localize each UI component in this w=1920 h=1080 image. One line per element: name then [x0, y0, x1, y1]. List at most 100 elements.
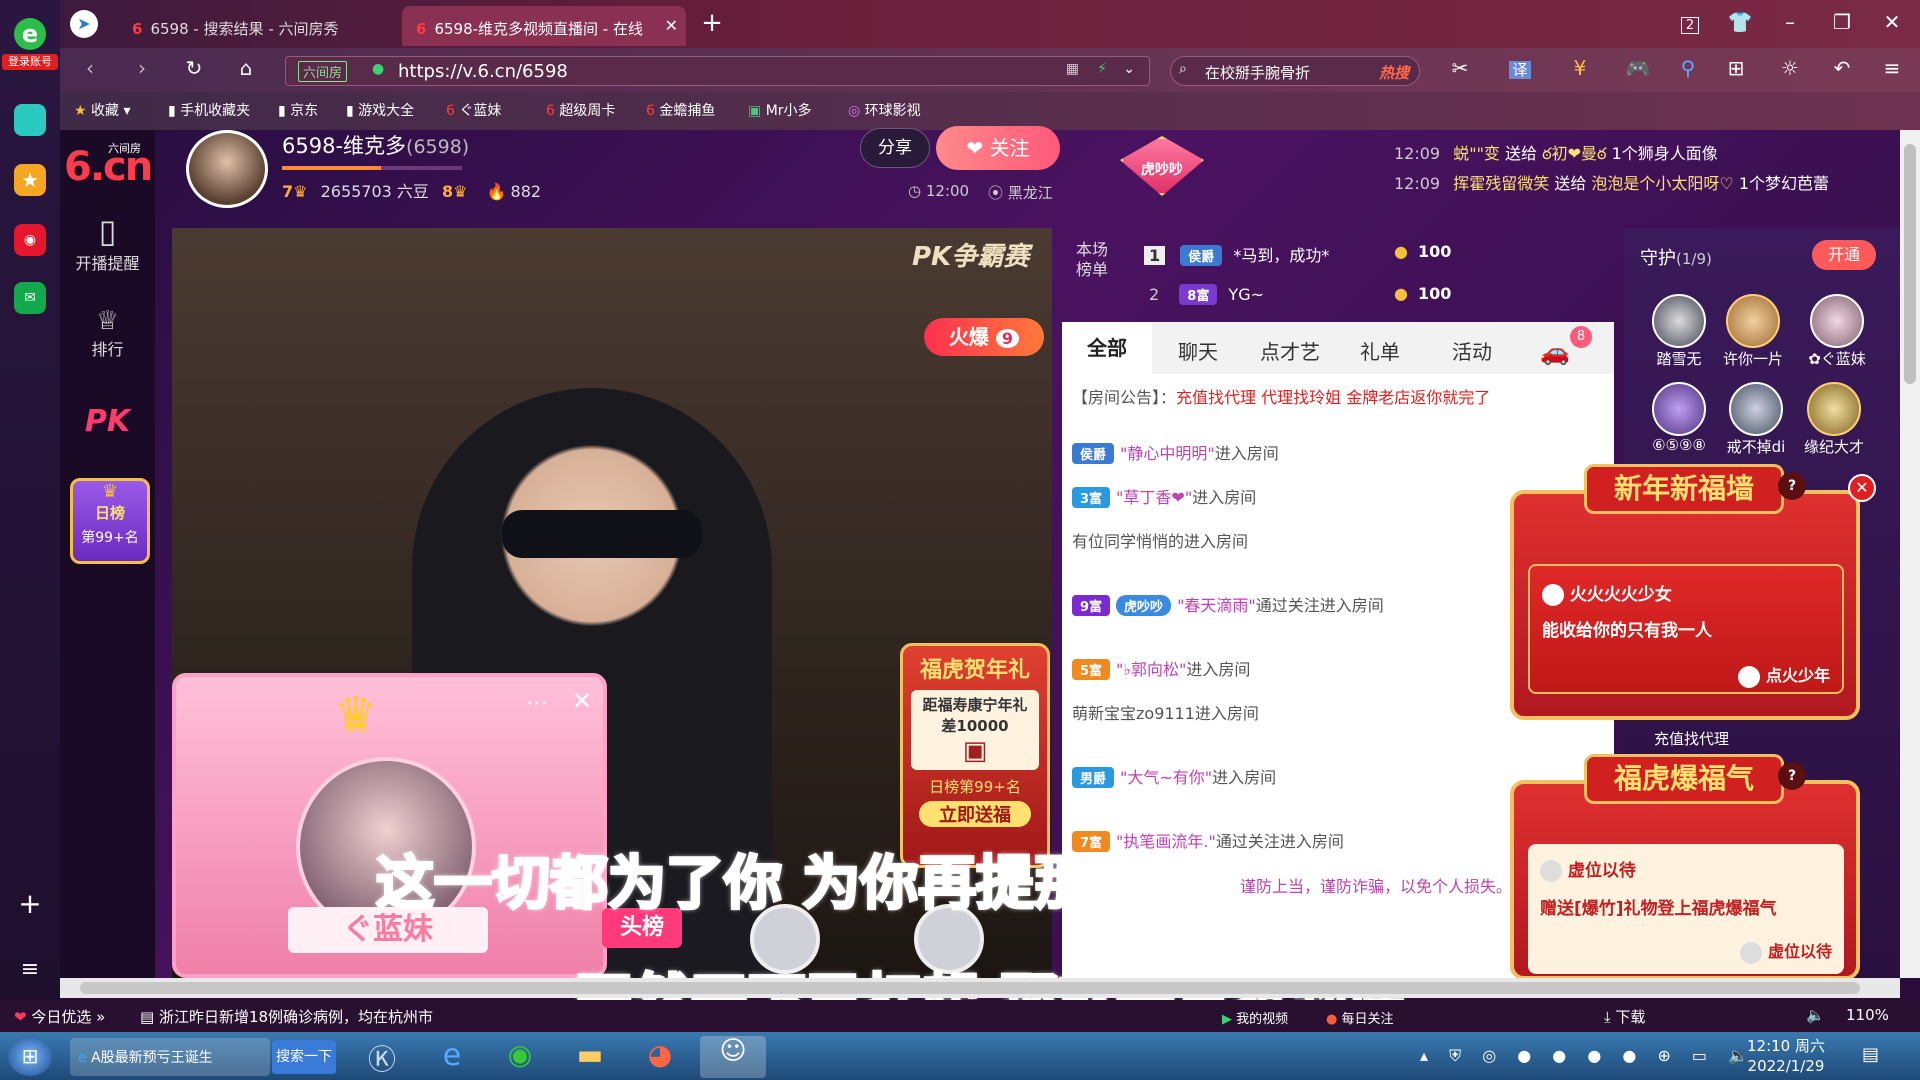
url-field[interactable]: 六间房 ● https://v.6.cn/6598 ▦ ⚡ ⌄ — [285, 56, 1150, 86]
add-icon[interactable]: + — [14, 888, 46, 920]
news-ticker[interactable]: ▤ 浙江昨日新增18例确诊病例，均在杭州市 — [140, 1006, 433, 1027]
coin-icon[interactable]: ¥ — [1560, 56, 1600, 80]
horizontal-scrollbar[interactable] — [60, 978, 1900, 998]
scissors-icon[interactable]: ✂ — [1440, 56, 1480, 80]
search-once-button[interactable]: 搜索一下 — [272, 1040, 336, 1074]
sidebar-live-reminder[interactable]: ▯ 开播提醒 — [60, 212, 155, 274]
minimize-button[interactable]: – — [1770, 10, 1810, 34]
game-app-icon[interactable]: ☺ — [700, 1036, 766, 1078]
url-text[interactable]: https://v.6.cn/6598 — [398, 61, 568, 82]
vertical-scrollbar[interactable] — [1900, 130, 1920, 978]
help-icon[interactable]: ? — [1778, 472, 1806, 500]
browser-logo-icon[interactable]: e — [14, 18, 46, 50]
weibo-icon[interactable]: ◉ — [14, 224, 46, 256]
start-button[interactable]: ⊞ — [8, 1036, 52, 1076]
home-button[interactable]: ⌂ — [226, 56, 266, 80]
help-icon[interactable]: ? — [1778, 762, 1806, 790]
new-year-wall-popup[interactable]: 新年新福墙 ? 火火火火少女 能收给你的只有我一人 点火少年 — [1510, 464, 1860, 720]
bookmark-mrxiaoduo[interactable]: ▣ Mr小多 — [748, 100, 812, 120]
sidebar-pk[interactable]: PK — [60, 404, 155, 439]
chat-message[interactable]: 3富 "草丁香❤"进入房间 — [1072, 484, 1256, 508]
back-button[interactable]: ‹ — [70, 56, 110, 80]
guest-card[interactable]: ⋯ ✕ ♛ ぐ蓝妹 — [172, 673, 607, 978]
main-menu-icon[interactable]: ≡ — [1872, 56, 1912, 80]
chat-message[interactable]: 侯爵 "静心中明明"进入房间 — [1072, 440, 1279, 464]
forward-button[interactable]: › — [122, 56, 162, 80]
k-app-icon[interactable]: Ⓚ — [356, 1038, 408, 1076]
rank-board-label[interactable]: 本场榜单 — [1076, 240, 1120, 280]
bookmark-games[interactable]: ▮ 游戏大全 — [346, 100, 414, 120]
today-picks[interactable]: ❤ 今日优选 » — [14, 1006, 105, 1027]
tab-talent[interactable]: 点才艺 — [1260, 336, 1320, 365]
skin-icon[interactable]: 👕 — [1720, 10, 1760, 34]
tab-search-results[interactable]: 6 6598 - 搜索结果 - 六间房秀 — [118, 6, 400, 46]
guard-member[interactable]: 缘纪大才 — [1796, 382, 1872, 457]
folder-app-icon[interactable]: ▬ — [564, 1038, 616, 1076]
close-window-button[interactable]: ✕ — [1872, 10, 1912, 34]
close-popup-icon[interactable]: ✕ — [1848, 474, 1876, 502]
guard-member[interactable]: ✿ぐ蓝妹 — [1796, 294, 1878, 369]
bookmark-lanmei[interactable]: 6 ぐ蓝妹 — [446, 100, 501, 120]
login-button[interactable]: 登录账号 — [2, 54, 58, 70]
ie-app-icon[interactable]: e — [426, 1038, 478, 1076]
guard-member[interactable]: 许你一片 — [1718, 294, 1788, 369]
qr-icon[interactable]: ▦ — [1066, 61, 1079, 77]
plugin-icon[interactable] — [14, 104, 46, 136]
clock[interactable]: 12:10 周六 2022/1/29 — [1736, 1036, 1836, 1076]
daily-follow-link[interactable]: ● 每日关注 — [1326, 1008, 1394, 1027]
hot-badge[interactable]: 火爆 9 — [924, 318, 1044, 356]
bookmark-favorites[interactable]: ★ 收藏 ▾ — [74, 100, 131, 120]
notification-icon[interactable]: ▤ — [1862, 1044, 1879, 1065]
my-video-link[interactable]: ▶ 我的视频 — [1222, 1008, 1288, 1027]
send-blessing-button[interactable]: 立即送福 — [919, 801, 1031, 827]
bookmark-movies[interactable]: ◎ 环球影视 — [848, 100, 921, 120]
tab-activity[interactable]: 活动 — [1452, 336, 1492, 365]
undo-icon[interactable]: ↶ — [1822, 56, 1862, 80]
bookmark-mobile[interactable]: ▮ 手机收藏夹 — [168, 100, 250, 120]
tab-gift-list[interactable]: 礼单 — [1360, 336, 1400, 365]
anchor-avatar[interactable] — [186, 130, 268, 208]
grid-icon[interactable]: ⊞ — [1716, 56, 1756, 80]
browser-app-icon[interactable]: ◉ — [494, 1038, 546, 1076]
tiger-blessing-popup[interactable]: 福虎爆福气 ? 虚位以待 赠送[爆竹]礼物登上福虎爆福气 虚位以待 — [1510, 754, 1860, 980]
tab-live-room[interactable]: 6 6598-维克多视频直播间 - 在线 ✕ — [402, 6, 686, 46]
magnifier-icon[interactable]: ⚲ — [1668, 56, 1708, 80]
chevron-down-icon[interactable]: ⌄ — [1123, 61, 1135, 77]
rank-row[interactable]: 2 8富 YG~ ● 100 — [1144, 284, 1451, 305]
search-input[interactable]: 在校掰手腕骨折 — [1205, 62, 1310, 83]
new-tab-button[interactable]: + — [692, 8, 732, 38]
favorite-star-icon[interactable]: ★ — [14, 164, 46, 196]
close-icon[interactable]: ✕ — [572, 687, 592, 715]
translate-button[interactable]: 译 — [1500, 56, 1540, 80]
restore-button[interactable]: ❐ — [1822, 10, 1862, 34]
home-circle-icon[interactable]: ➤ — [70, 10, 98, 38]
chat-message[interactable]: 男爵 "大气~有你"进入房间 — [1072, 764, 1276, 788]
guard-member[interactable]: 踏雪无 — [1644, 294, 1714, 369]
site-logo[interactable]: 六间房 6.cn — [62, 136, 154, 190]
rank-row[interactable]: 1 侯爵 *马到，成功* ● 100 — [1144, 242, 1451, 266]
volume-icon[interactable]: 🔈 — [1806, 1006, 1825, 1024]
tab-all[interactable]: 全部 — [1062, 322, 1152, 374]
tray-icons[interactable]: ▴ ⛨ ◎ ● ● ● ● ⊕ ▭ 🔈 — [1420, 1046, 1756, 1066]
close-tab-icon[interactable]: ✕ — [665, 16, 678, 35]
search-box[interactable]: ⌕ 在校掰手腕骨折 热搜 — [1170, 56, 1420, 86]
bookmark-weekcard[interactable]: 6 超级周卡 — [546, 100, 615, 120]
tab-chat[interactable]: 聊天 — [1178, 336, 1218, 365]
more-icon[interactable]: ⋯ — [526, 691, 548, 716]
chrome-app-icon[interactable]: ◕ — [634, 1038, 686, 1076]
gamepad-icon[interactable]: 🎮 — [1618, 56, 1658, 80]
ie-taskbar-item[interactable]: e A股最新预亏王诞生 — [70, 1038, 270, 1076]
menu-list-icon[interactable]: ≡ — [14, 954, 46, 986]
guard-member[interactable]: 戒不掉di — [1718, 382, 1794, 457]
share-button[interactable]: 分享 — [860, 128, 930, 168]
lightning-icon[interactable]: ⚡ — [1097, 61, 1107, 77]
reload-button[interactable]: ↻ — [174, 56, 214, 80]
chat-message[interactable]: 7富 "执笔画流年."通过关注进入房间 — [1072, 828, 1344, 852]
bookmark-fishing[interactable]: 6 金蟾捕鱼 — [646, 100, 715, 120]
download-button[interactable]: ⤓ 下载 — [1604, 1006, 1645, 1027]
brightness-icon[interactable]: ☼ — [1770, 56, 1810, 80]
window-count-icon[interactable]: 2 — [1670, 10, 1710, 34]
zoom-level[interactable]: 110% — [1846, 1006, 1889, 1024]
daily-rank-badge[interactable]: ♛ 日榜 第99+名 — [70, 478, 150, 564]
chat-message[interactable]: 5富 "♭郭向松"进入房间 — [1072, 656, 1250, 680]
